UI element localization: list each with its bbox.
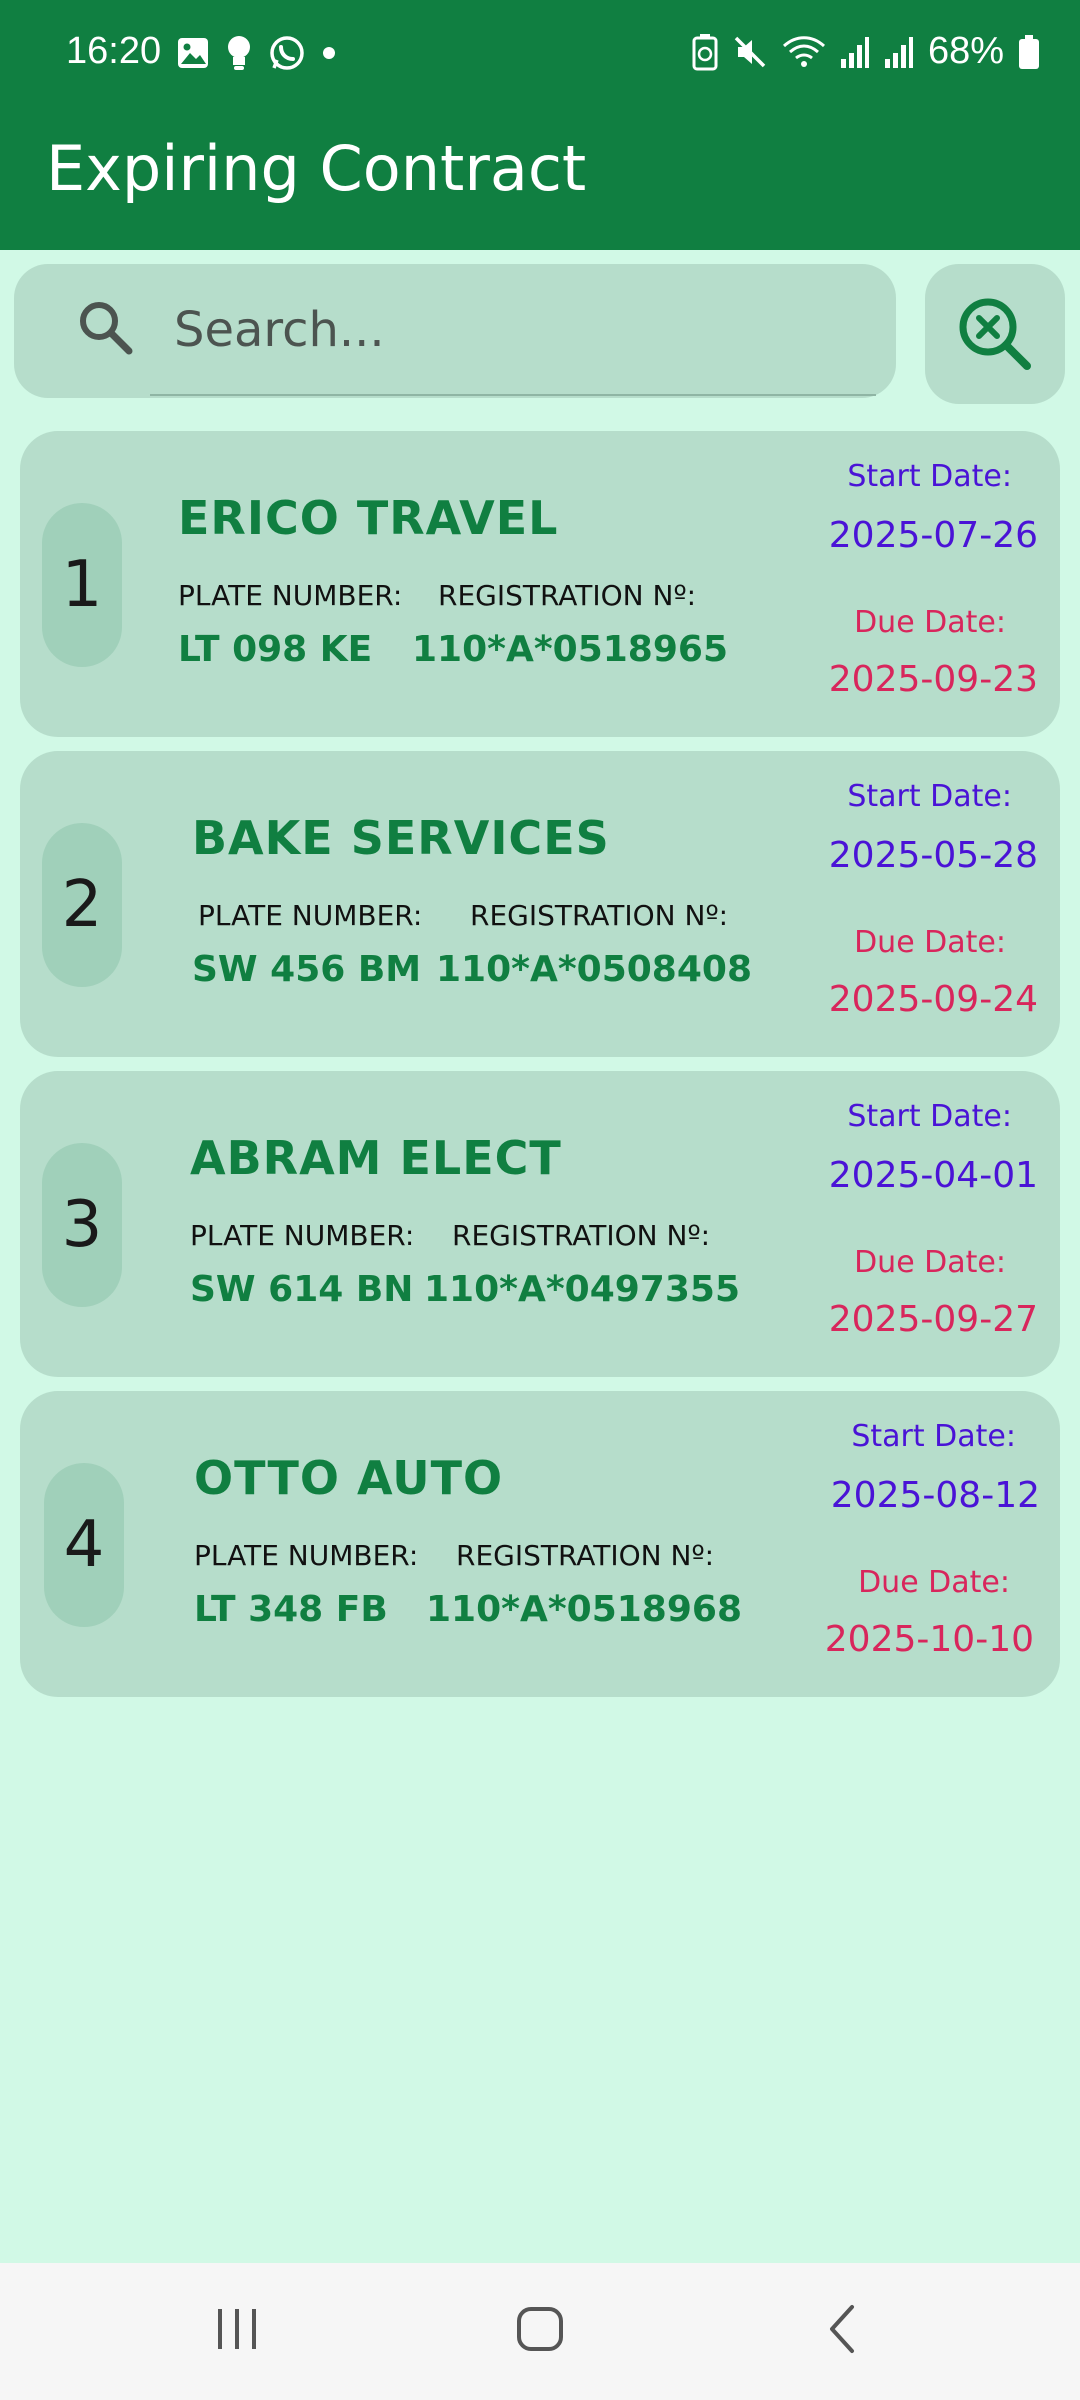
start-date-label: Start Date:: [851, 1419, 1016, 1454]
start-date-label: Start Date:: [847, 1099, 1012, 1134]
registration-number: 110*A*0518965: [412, 629, 729, 670]
start-date: 2025-07-26: [828, 515, 1038, 556]
contract-index: 1: [42, 503, 122, 667]
due-date-label: Due Date:: [854, 1245, 1006, 1280]
contract-card[interactable]: 2 BAKE SERVICES PLATE NUMBER: REGISTRATI…: [20, 751, 1060, 1057]
due-date: 2025-09-27: [828, 1299, 1038, 1340]
battery-icon: [1018, 34, 1040, 70]
contract-card[interactable]: 4 OTTO AUTO PLATE NUMBER: REGISTRATION N…: [20, 1391, 1060, 1697]
search-clear-icon: [959, 298, 1031, 370]
contract-index: 3: [42, 1143, 122, 1307]
due-date-label: Due Date:: [858, 1565, 1010, 1600]
start-date-label: Start Date:: [847, 779, 1012, 814]
signal-icon: [884, 35, 914, 69]
start-date: 2025-08-12: [830, 1475, 1040, 1516]
status-bar: 16:20 68%: [0, 0, 1080, 108]
clear-search-button[interactable]: [925, 264, 1065, 404]
company-name: OTTO AUTO: [194, 1451, 504, 1505]
battery-saver-icon: [692, 33, 718, 71]
bulb-icon: [226, 35, 252, 71]
back-icon[interactable]: [820, 2301, 864, 2362]
plate-label: PLATE NUMBER:: [178, 579, 403, 612]
company-name: BAKE SERVICES: [192, 811, 610, 865]
battery-percent: 68%: [927, 30, 1004, 72]
contract-index: 2: [42, 823, 122, 987]
plate-label: PLATE NUMBER:: [194, 1539, 419, 1572]
registration-label: REGISTRATION Nº:: [456, 1539, 715, 1572]
start-date: 2025-05-28: [828, 835, 1038, 876]
registration-number: 110*A*0508408: [436, 949, 753, 990]
contract-card[interactable]: 1 ERICO TRAVEL PLATE NUMBER: REGISTRATIO…: [20, 431, 1060, 737]
plate-number: SW 614 BN: [190, 1269, 414, 1310]
search-underline: [150, 394, 876, 396]
recent-apps-icon[interactable]: [212, 2301, 262, 2362]
search-bar[interactable]: [14, 264, 896, 398]
due-date: 2025-09-23: [828, 659, 1038, 700]
search-input[interactable]: [172, 294, 856, 366]
mute-icon: [732, 34, 768, 70]
app-header: 16:20 68% Expiring Contract: [0, 0, 1080, 250]
contract-index: 4: [44, 1463, 124, 1627]
company-name: ABRAM ELECT: [190, 1131, 562, 1185]
plate-number: SW 456 BM: [192, 949, 422, 990]
image-icon: [176, 36, 210, 70]
signal-icon: [840, 35, 870, 69]
registration-number: 110*A*0497355: [424, 1269, 741, 1310]
plate-number: LT 098 KE: [178, 629, 373, 670]
dot-icon: [322, 46, 336, 60]
whatsapp-icon: [268, 34, 306, 72]
due-date: 2025-10-10: [824, 1619, 1034, 1660]
search-icon: [74, 296, 138, 365]
registration-label: REGISTRATION Nº:: [452, 1219, 711, 1252]
registration-label: REGISTRATION Nº:: [470, 899, 729, 932]
system-icons: 68%: [692, 30, 1040, 73]
due-date-label: Due Date:: [854, 605, 1006, 640]
notification-icons: [176, 34, 336, 72]
system-nav-bar: [0, 2263, 1080, 2400]
plate-label: PLATE NUMBER:: [190, 1219, 415, 1252]
wifi-icon: [782, 34, 826, 70]
page-title: Expiring Contract: [46, 132, 587, 205]
plate-label: PLATE NUMBER:: [198, 899, 423, 932]
due-date-label: Due Date:: [854, 925, 1006, 960]
status-time: 16:20: [66, 30, 162, 72]
plate-number: LT 348 FB: [194, 1589, 388, 1630]
due-date: 2025-09-24: [828, 979, 1038, 1020]
registration-label: REGISTRATION Nº:: [438, 579, 697, 612]
home-icon[interactable]: [512, 2301, 568, 2362]
contract-card[interactable]: 3 ABRAM ELECT PLATE NUMBER: REGISTRATION…: [20, 1071, 1060, 1377]
registration-number: 110*A*0518968: [426, 1589, 743, 1630]
start-date: 2025-04-01: [828, 1155, 1038, 1196]
start-date-label: Start Date:: [847, 459, 1012, 494]
company-name: ERICO TRAVEL: [178, 491, 559, 545]
